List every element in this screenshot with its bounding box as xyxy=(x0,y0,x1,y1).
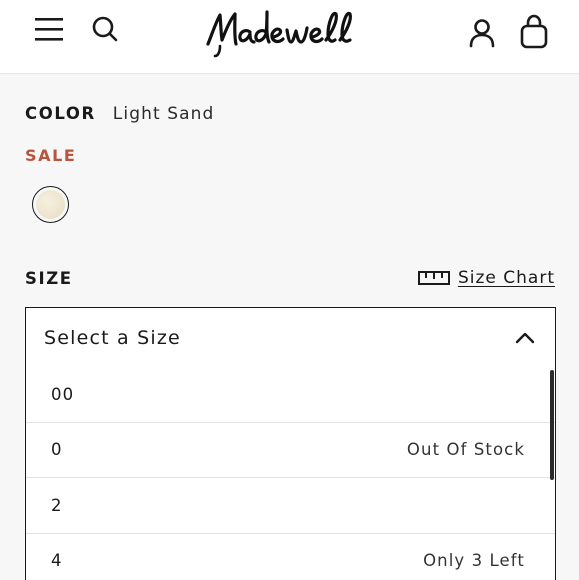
size-dropdown-list[interactable]: 00 0 Out Of Stock 2 4 Only 3 Left xyxy=(25,367,556,580)
size-label: SIZE xyxy=(25,269,73,288)
color-label: COLOR xyxy=(25,104,96,123)
dropdown-scrollbar[interactable] xyxy=(550,370,554,480)
account-icon[interactable] xyxy=(465,16,499,50)
size-option-label: 4 xyxy=(51,551,63,571)
size-option-note: Out Of Stock xyxy=(406,440,525,460)
search-icon[interactable] xyxy=(89,13,121,45)
product-options: COLOR Light Sand SALE SIZE Size Chart Se… xyxy=(0,74,579,580)
size-chart-link-container[interactable]: Size Chart xyxy=(417,268,555,288)
size-option-label: 2 xyxy=(51,495,63,515)
size-option-2[interactable]: 2 xyxy=(26,478,555,534)
size-option-0[interactable]: 0 Out Of Stock xyxy=(26,423,555,478)
size-option-00[interactable]: 00 xyxy=(26,367,555,423)
size-option-note: Only 3 Left xyxy=(423,551,525,571)
shopping-bag-icon[interactable] xyxy=(518,14,550,50)
swatch-fill xyxy=(36,190,65,219)
ruler-icon xyxy=(417,269,450,287)
size-option-4[interactable]: 4 Only 3 Left xyxy=(26,534,555,580)
color-value: Light Sand xyxy=(112,104,215,124)
size-option-label: 0 xyxy=(51,440,63,460)
size-select[interactable]: Select a Size xyxy=(25,307,556,368)
chevron-up-icon[interactable] xyxy=(515,328,535,348)
madewell-logo[interactable] xyxy=(200,6,380,60)
site-header xyxy=(0,0,579,74)
size-chart-link[interactable]: Size Chart xyxy=(458,268,555,288)
sale-label: SALE xyxy=(25,146,77,165)
color-swatch-light-sand[interactable] xyxy=(32,186,69,223)
size-option-label: 00 xyxy=(51,384,75,404)
color-row: COLOR Light Sand xyxy=(25,104,214,124)
hamburger-menu-icon[interactable] xyxy=(33,14,65,44)
size-select-placeholder: Select a Size xyxy=(44,326,181,349)
